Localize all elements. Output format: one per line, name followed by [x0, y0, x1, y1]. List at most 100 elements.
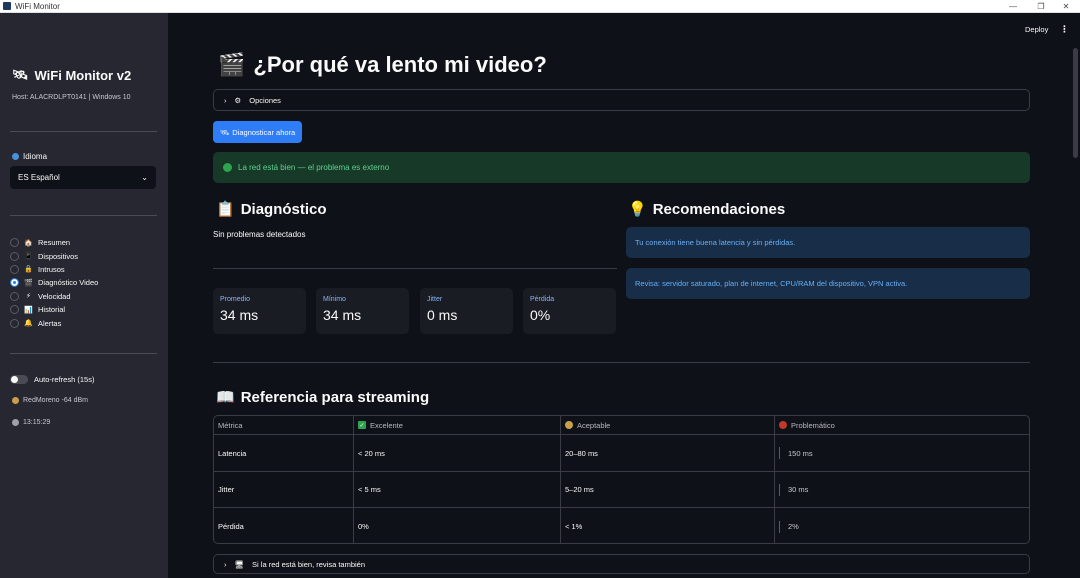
sidebar-title-text: WiFi Monitor v2: [34, 67, 132, 83]
radio-button[interactable]: [10, 238, 19, 248]
deploy-button[interactable]: Deploy: [1025, 25, 1048, 34]
also-check-expander[interactable]: › 🖥 Si la red está bien, revisa también: [213, 554, 1030, 574]
metric-value: 0%: [530, 307, 551, 323]
clipboard-icon: 📋: [216, 201, 235, 218]
lightning-icon: ⚡: [26, 293, 31, 301]
metric-value: 34 ms: [323, 307, 362, 323]
phone-icon: 📱: [24, 253, 33, 261]
close-icon[interactable]: ✕: [1052, 0, 1080, 13]
recommendations-heading-text: Recomendaciones: [652, 200, 786, 218]
home-icon: 🏠: [24, 239, 33, 247]
check-icon: ✓: [358, 421, 366, 429]
satellite-icon: 🛰: [219, 127, 230, 137]
radio-button[interactable]: [10, 291, 19, 301]
nav-item-historial[interactable]: 📊 Historial: [10, 303, 98, 316]
radio-button[interactable]: [10, 305, 19, 315]
red-circle-icon: [779, 421, 787, 429]
restore-icon[interactable]: ❐: [1027, 0, 1055, 13]
metric-label: Promedio: [220, 296, 250, 303]
table-cell-text: 30 ms: [788, 485, 809, 494]
app-icon: [3, 2, 11, 10]
table-cell: 30 ms: [774, 472, 1029, 507]
metric-minimo: Mínimo 34 ms: [316, 288, 409, 334]
metric-label: Mínimo: [323, 296, 346, 303]
sidebar-title: 🛰 WiFi Monitor v2: [12, 67, 131, 83]
metric-value: 34 ms: [220, 307, 259, 323]
radio-button[interactable]: [10, 251, 19, 261]
table-cell: 150 ms: [774, 435, 1029, 471]
autorefresh-toggle[interactable]: [10, 375, 28, 384]
cell-separator: [779, 520, 780, 533]
divider: [213, 362, 1030, 363]
table-cell-text: 2%: [788, 522, 799, 531]
nav-item-diagnostico-video[interactable]: 🎬 Diagnóstico Video: [10, 276, 98, 289]
diagnose-button[interactable]: 🛰 Diagnosticar ahora: [213, 121, 302, 143]
chevron-right-icon: ›: [224, 559, 227, 569]
yellow-circle-icon: [565, 421, 573, 429]
table-cell: 2%: [774, 508, 1029, 543]
gear-icon: ⚙: [234, 95, 242, 105]
options-expander[interactable]: › ⚙ Opciones: [213, 89, 1030, 111]
table-cell: Jitter: [218, 485, 235, 494]
book-icon: 📖: [216, 389, 235, 406]
scrollbar[interactable]: [1073, 48, 1078, 158]
divider: [213, 268, 617, 269]
table-cell: < 5 ms: [353, 472, 560, 507]
nav-item-label: Diagnóstico Video: [38, 278, 99, 288]
satellite-icon: 🛰: [12, 67, 29, 82]
clock-icon: [12, 419, 19, 426]
table-header-cell: Aceptable: [560, 416, 774, 434]
nav-item-resumen[interactable]: 🏠 Resumen: [10, 236, 98, 249]
table-cell: 5–20 ms: [560, 472, 774, 507]
nav-item-dispositivos[interactable]: 📱 Dispositivos: [10, 249, 98, 262]
page-title-text: ¿Por qué va lento mi video?: [253, 52, 547, 77]
diagnose-button-label: Diagnosticar ahora: [232, 127, 296, 137]
minimize-icon[interactable]: —: [999, 0, 1027, 13]
recommendation-info: Tu conexión tiene buena latencia y sin p…: [626, 227, 1030, 258]
clapper-icon: 🎬: [218, 52, 246, 77]
table-cell: 20–80 ms: [560, 435, 774, 471]
table-row: Pérdida 0% < 1% 2%: [214, 508, 1029, 543]
language-select[interactable]: ES Español ⌄: [10, 166, 156, 189]
metric-perdida: Pérdida 0%: [523, 288, 616, 334]
chevron-down-icon: ⌄: [141, 173, 148, 182]
nav-item-velocidad[interactable]: ⚡ Velocidad: [10, 290, 98, 303]
diagnosis-heading-text: Diagnóstico: [240, 200, 327, 218]
reference-table: Métrica ✓ Excelente Aceptable Problemáti…: [213, 415, 1030, 544]
nav-item-label: Dispositivos: [38, 251, 79, 261]
monitor-icon: 🖥: [234, 559, 245, 569]
autorefresh-toggle-row: Auto-refresh (15s): [10, 375, 94, 384]
table-cell: < 20 ms: [353, 435, 560, 471]
page-title: 🎬 ¿Por qué va lento mi video?: [218, 52, 547, 78]
chevron-right-icon: ›: [224, 95, 227, 105]
options-label: Opciones: [249, 95, 281, 105]
clapper-icon: 🎬: [24, 279, 33, 287]
globe-icon: [12, 153, 19, 160]
table-cell: < 1%: [560, 508, 774, 543]
radio-button-selected[interactable]: [10, 278, 19, 288]
lock-icon: 🔒: [24, 266, 33, 274]
window-titlebar: WiFi Monitor — ❐ ✕: [0, 0, 1080, 13]
nav-item-label: Intrusos: [38, 264, 65, 274]
sidebar: 🛰 WiFi Monitor v2 Host: ALACRDLPT0141 | …: [0, 13, 168, 578]
nav-item-label: Velocidad: [38, 291, 71, 301]
also-check-label: Si la red está bien, revisa también: [252, 559, 366, 569]
language-value: ES Español: [18, 173, 60, 182]
table-header-cell: ✓ Excelente: [353, 416, 560, 434]
table-header-cell: Problemático: [774, 416, 1029, 434]
radio-button[interactable]: [10, 318, 19, 328]
language-label: Idioma: [12, 152, 47, 161]
divider: [10, 215, 157, 216]
nav-item-intrusos[interactable]: 🔒 Intrusos: [10, 263, 98, 276]
window-title: WiFi Monitor: [15, 1, 60, 11]
radio-button[interactable]: [10, 264, 19, 274]
nav-radio-group: 🏠 Resumen 📱 Dispositivos 🔒 Intrusos 🎬 Di…: [10, 236, 98, 330]
clock-time: 13:15:29: [23, 419, 51, 426]
divider: [10, 131, 157, 132]
menu-icon[interactable]: ⋮: [1060, 24, 1069, 35]
cell-separator: [779, 447, 780, 459]
table-header-cell: Métrica: [218, 420, 243, 430]
metric-promedio: Promedio 34 ms: [213, 288, 306, 334]
reference-heading-text: Referencia para streaming: [240, 388, 430, 406]
nav-item-alertas[interactable]: 🔔 Alertas: [10, 316, 98, 329]
